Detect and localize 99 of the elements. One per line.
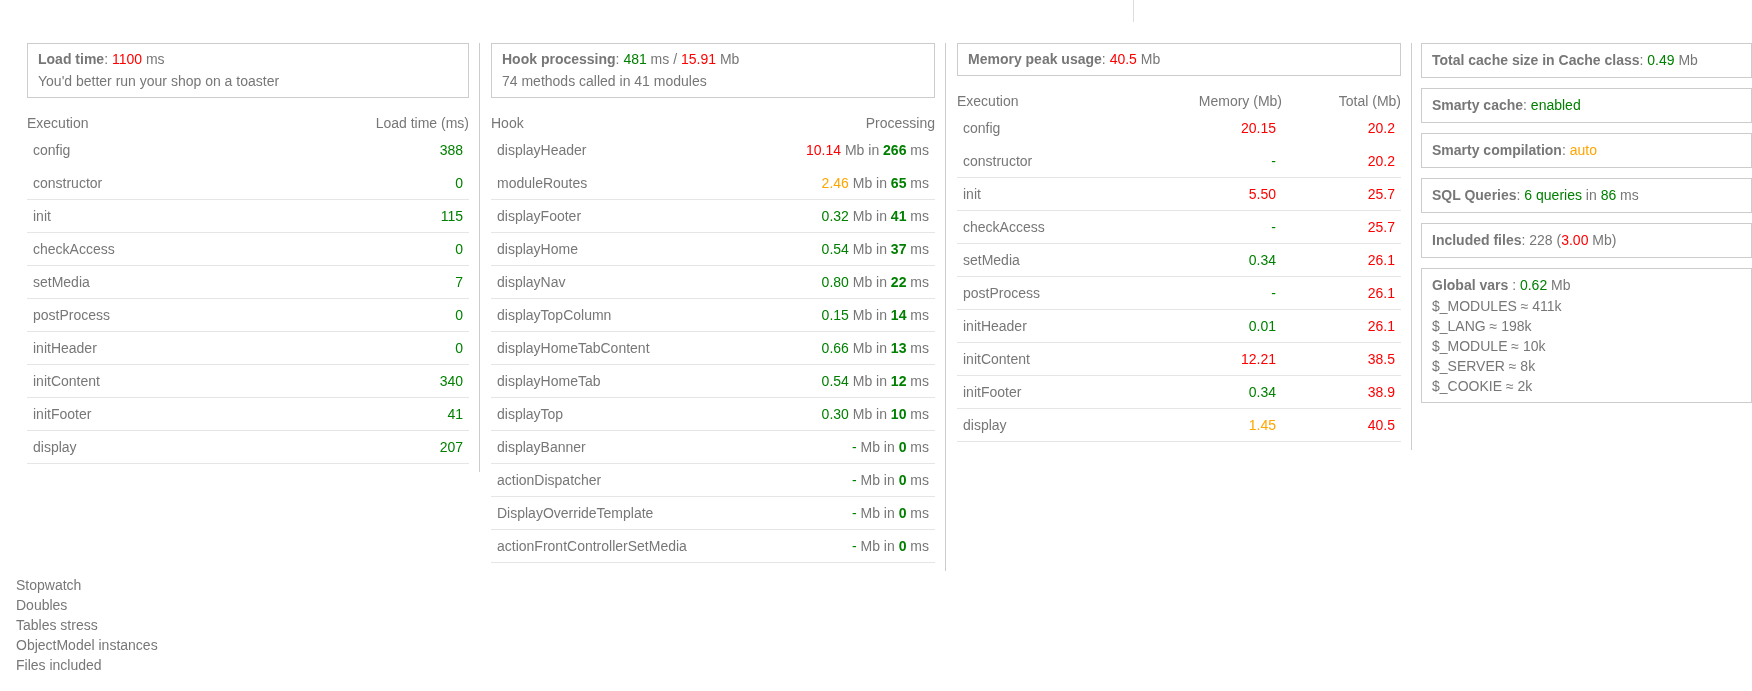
- table-cell: 38.5: [1367, 350, 1395, 367]
- table-cell: - Mb in 0 ms: [851, 471, 929, 488]
- table-cell: 26.1: [1367, 251, 1395, 268]
- table-cell: constructor: [33, 174, 103, 191]
- table-cell: 0: [455, 174, 463, 191]
- table-cell: displayHomeTabContent: [497, 339, 650, 356]
- table-cell: - Mb in 0 ms: [851, 504, 929, 521]
- column-header: Processing: [865, 114, 935, 131]
- table-cell: initFooter: [33, 405, 92, 422]
- table-cell: actionDispatcher: [497, 471, 602, 488]
- column-header: Load time (ms): [375, 114, 469, 131]
- table-cell: 25.7: [1367, 185, 1395, 202]
- table-cell: 25.7: [1367, 218, 1395, 235]
- table-cell: 0.30 Mb in 10 ms: [821, 405, 929, 422]
- column-header: Memory (Mb): [1198, 92, 1282, 109]
- table-cell: initHeader: [963, 317, 1027, 334]
- column-header: Execution: [957, 92, 1019, 109]
- table-cell: display: [33, 438, 77, 455]
- table-cell: 0.32 Mb in 41 ms: [821, 207, 929, 224]
- section-link[interactable]: Files included: [16, 655, 102, 675]
- section-link[interactable]: Doubles: [16, 595, 68, 615]
- table-cell: displayBanner: [497, 438, 586, 455]
- summary-text: Load time: 1100 ms: [38, 50, 166, 69]
- table-cell: 340: [439, 372, 463, 389]
- table-cell: - Mb in 0 ms: [851, 537, 929, 554]
- table-cell: 0.66 Mb in 13 ms: [821, 339, 929, 356]
- info-box: Total cache size in Cache class: 0.49 Mb: [1421, 43, 1752, 78]
- table-cell: 12.21: [1240, 350, 1276, 367]
- table-cell: 0.34: [1248, 383, 1276, 400]
- column-header: Execution: [27, 114, 89, 131]
- table-cell: initContent: [963, 350, 1030, 367]
- info-box: Smarty compilation: auto: [1421, 133, 1752, 168]
- info-box: SQL Queries: 6 queries in 86 ms: [1421, 178, 1752, 213]
- table-cell: -: [1271, 152, 1276, 169]
- table-cell: 2.46 Mb in 65 ms: [821, 174, 929, 191]
- table-cell: init: [963, 185, 981, 202]
- table-cell: 207: [439, 438, 463, 455]
- table-cell: 0.80 Mb in 22 ms: [821, 273, 929, 290]
- table-cell: setMedia: [33, 273, 90, 290]
- section-link[interactable]: Tables stress: [16, 615, 98, 635]
- summary-note: You'd better run your shop on a toaster: [38, 72, 281, 91]
- table-cell: config: [33, 142, 71, 158]
- table-cell: 20.2: [1367, 120, 1395, 136]
- table-cell: 0.15 Mb in 14 ms: [821, 306, 929, 323]
- table-cell: displayTopColumn: [497, 306, 612, 323]
- table-cell: display: [963, 416, 1007, 433]
- column-header: Hook: [491, 114, 524, 131]
- table-cell: initFooter: [963, 383, 1022, 400]
- table-cell: postProcess: [963, 284, 1041, 301]
- table-cell: 388: [439, 142, 463, 158]
- table-cell: init: [33, 207, 51, 224]
- table-cell: 26.1: [1367, 317, 1395, 334]
- table-cell: 10.14 Mb in 266 ms: [806, 142, 929, 158]
- table-cell: -: [1271, 284, 1276, 301]
- table-cell: 0: [455, 339, 463, 356]
- info-box: Smarty cache: enabled: [1421, 88, 1752, 123]
- section-link[interactable]: Stopwatch: [16, 575, 82, 595]
- table-cell: displayNav: [497, 273, 566, 290]
- table-cell: displayHeader: [497, 142, 587, 158]
- table-cell: displayHome: [497, 240, 578, 257]
- table-cell: actionFrontControllerSetMedia: [497, 537, 687, 554]
- table-cell: 7: [455, 273, 463, 290]
- table-cell: initHeader: [33, 339, 97, 356]
- table-cell: DisplayOverrideTemplate: [497, 504, 654, 521]
- table-cell: displayFooter: [497, 207, 582, 224]
- column-header: Total (Mb): [1338, 92, 1401, 109]
- table-cell: -: [1271, 218, 1276, 235]
- table-cell: displayTop: [497, 405, 564, 422]
- table-cell: 0: [455, 306, 463, 323]
- table-cell: 0.54 Mb in 12 ms: [821, 372, 929, 389]
- table-cell: displayHomeTab: [497, 372, 601, 389]
- table-cell: 5.50: [1248, 185, 1276, 202]
- table-cell: 0: [455, 240, 463, 257]
- table-cell: moduleRoutes: [497, 174, 588, 191]
- table-cell: 41: [447, 405, 463, 422]
- table-cell: setMedia: [963, 251, 1020, 268]
- section-link[interactable]: ObjectModel instances: [16, 635, 158, 655]
- table-cell: postProcess: [33, 306, 111, 323]
- table-cell: constructor: [963, 152, 1033, 169]
- summary-text: Memory peak usage: 40.5 Mb: [968, 50, 1162, 69]
- info-box: Included files: 228 (3.00 Mb): [1421, 223, 1752, 258]
- table-cell: 20.2: [1367, 152, 1395, 169]
- table-cell: 0.54 Mb in 37 ms: [821, 240, 929, 257]
- table-cell: 0.34: [1248, 251, 1276, 268]
- table-cell: 115: [440, 207, 463, 224]
- table-cell: - Mb in 0 ms: [851, 438, 929, 455]
- table-cell: checkAccess: [963, 218, 1045, 235]
- table-cell: config: [963, 120, 1001, 136]
- table-cell: initContent: [33, 372, 100, 389]
- summary-text: Hook processing: 481 ms / 15.91 Mb: [502, 50, 741, 69]
- table-cell: 1.45: [1248, 416, 1276, 433]
- table-cell: checkAccess: [33, 240, 115, 257]
- table-cell: 0.01: [1248, 317, 1276, 334]
- table-cell: 38.9: [1367, 383, 1395, 400]
- table-cell: 20.15: [1240, 120, 1276, 136]
- info-box: Global vars : 0.62 Mb $_MODULES ≈ 411k $_LANG ≈ 198k $_MODULE ≈ 10k $_SERVER ≈ 8k $_COOKIE ≈ 2k: [1421, 268, 1752, 403]
- table-cell: 26.1: [1367, 284, 1395, 301]
- table-cell: 40.5: [1367, 416, 1395, 433]
- summary-note: 74 methods called in 41 modules: [502, 72, 708, 91]
